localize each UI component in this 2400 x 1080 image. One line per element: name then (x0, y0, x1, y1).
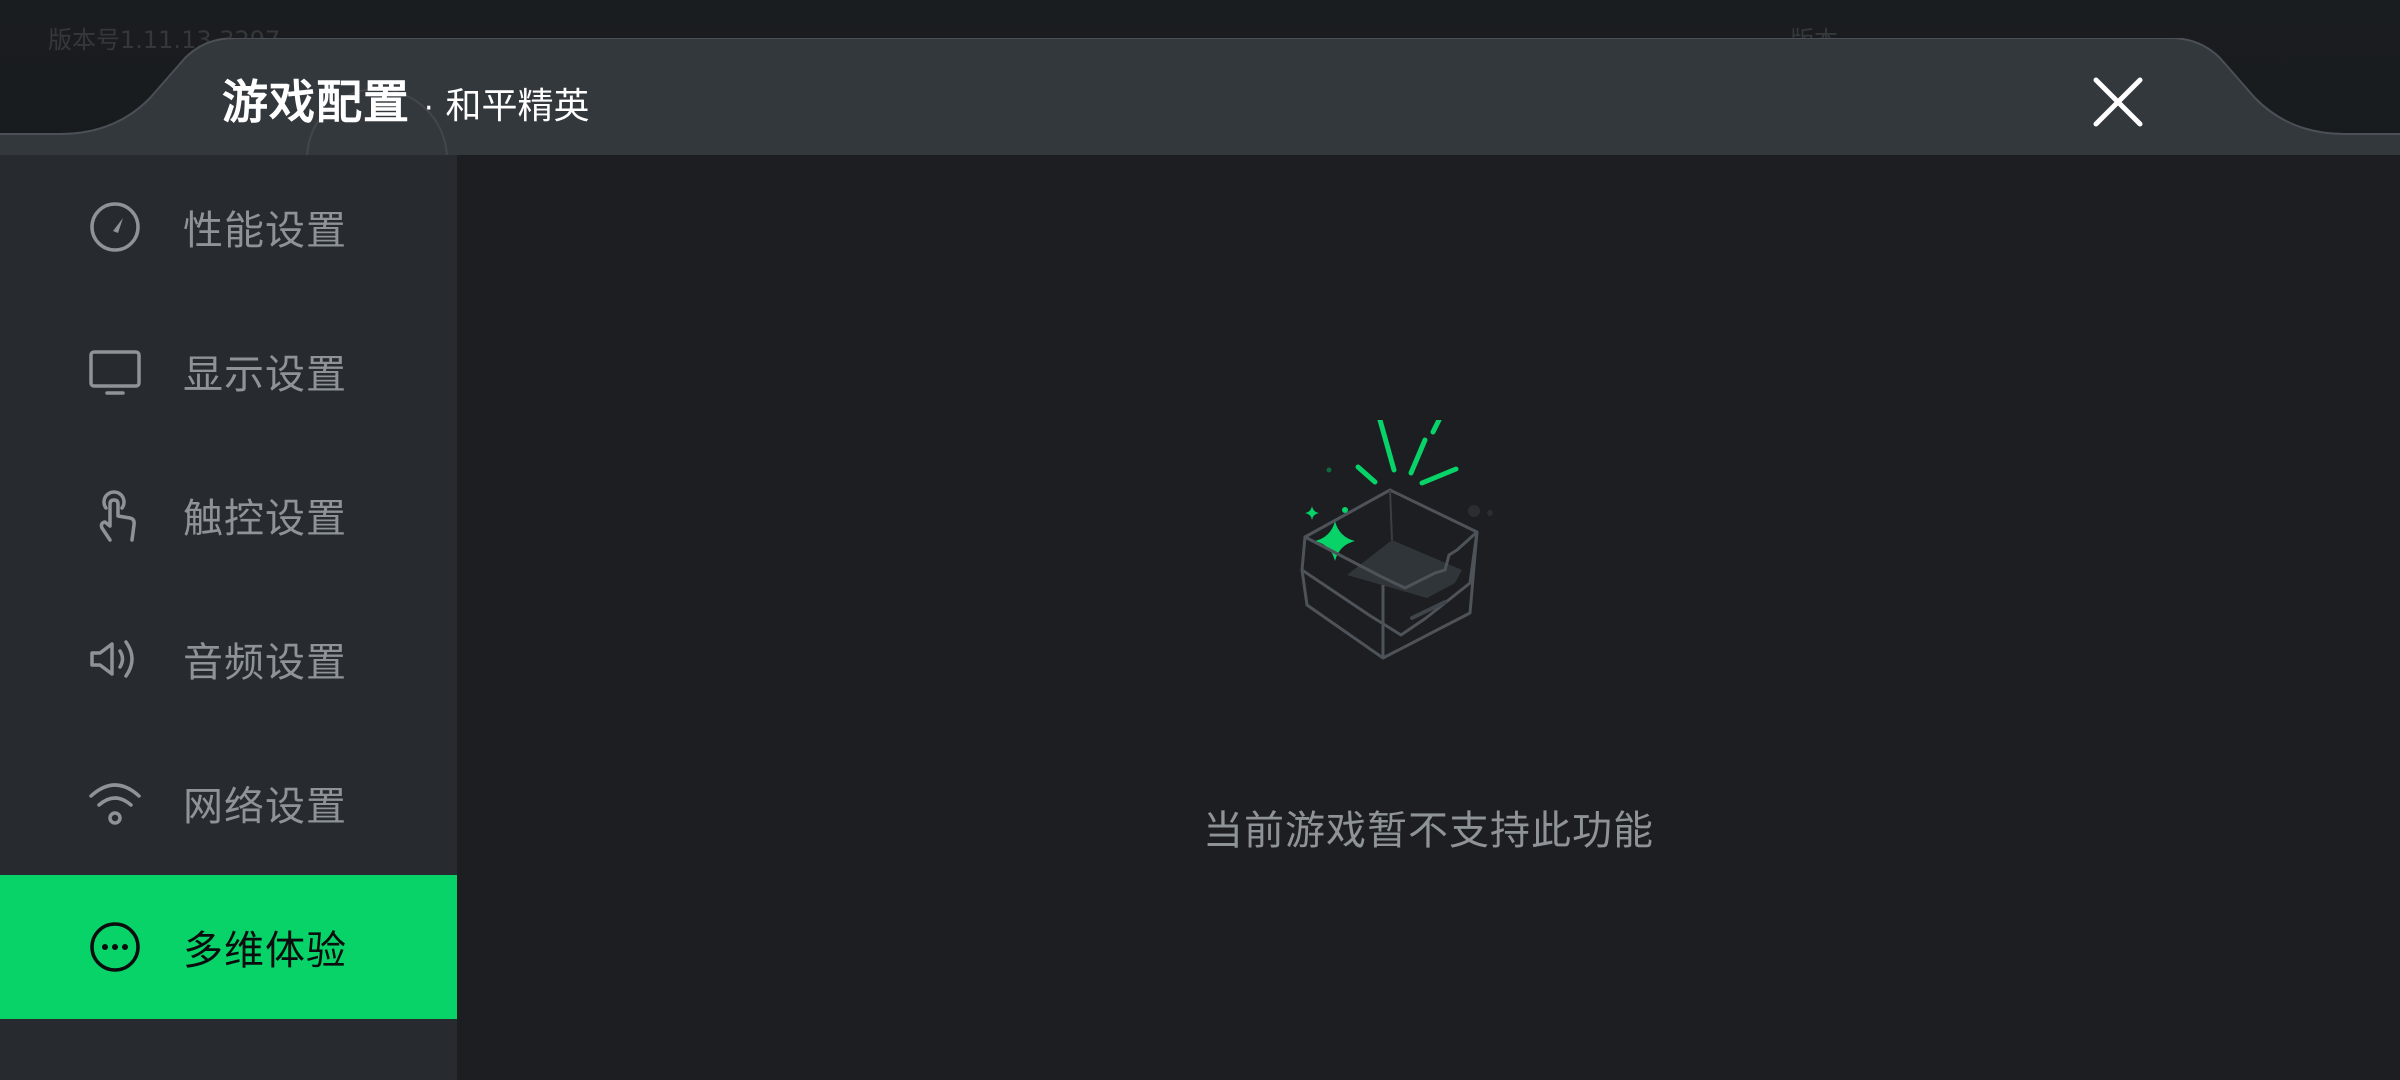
sidebar-item-touch[interactable]: 触控设置 (0, 443, 457, 587)
empty-box-illustration (1300, 420, 1493, 660)
panel-header: 游戏配置 · 和平精英 (0, 38, 2400, 230)
sidebar-item-display[interactable]: 显示设置 (0, 299, 457, 443)
close-button[interactable] (2088, 72, 2148, 132)
wifi-icon (88, 776, 142, 830)
sidebar-item-label: 显示设置 (183, 352, 347, 398)
content-area: 当前游戏暂不支持此功能 (457, 155, 2400, 1080)
sidebar-item-audio[interactable]: 音频设置 (0, 587, 457, 731)
more-icon (88, 920, 142, 974)
speedometer-icon (88, 200, 142, 254)
panel-title: 游戏配置 · 和平精英 (222, 66, 590, 129)
sidebar-item-label: 网络设置 (183, 784, 347, 830)
title-separator: · (424, 91, 434, 126)
sidebar-item-multidimensional[interactable]: 多维体验 (0, 875, 457, 1019)
empty-state-message: 当前游戏暂不支持此功能 (1203, 808, 1654, 854)
monitor-icon (88, 344, 142, 398)
sidebar-item-label: 多维体验 (183, 928, 347, 974)
sidebar-item-label: 性能设置 (183, 208, 347, 254)
game-config-panel: 游戏配置 · 和平精英 性能设置 显示设置 触控设置 音频设置 网络设置 多维体… (0, 38, 2400, 1080)
settings-sidebar: 性能设置 显示设置 触控设置 音频设置 网络设置 多维体验 (0, 155, 457, 1080)
game-name: 和平精英 (445, 86, 590, 127)
sidebar-item-label: 触控设置 (183, 496, 347, 542)
sidebar-item-performance[interactable]: 性能设置 (0, 155, 457, 299)
close-icon (2093, 77, 2143, 127)
touch-icon (88, 488, 142, 542)
sidebar-item-label: 音频设置 (183, 640, 347, 686)
speaker-icon (88, 632, 142, 686)
title-text: 游戏配置 (222, 75, 410, 129)
sidebar-item-network[interactable]: 网络设置 (0, 731, 457, 875)
